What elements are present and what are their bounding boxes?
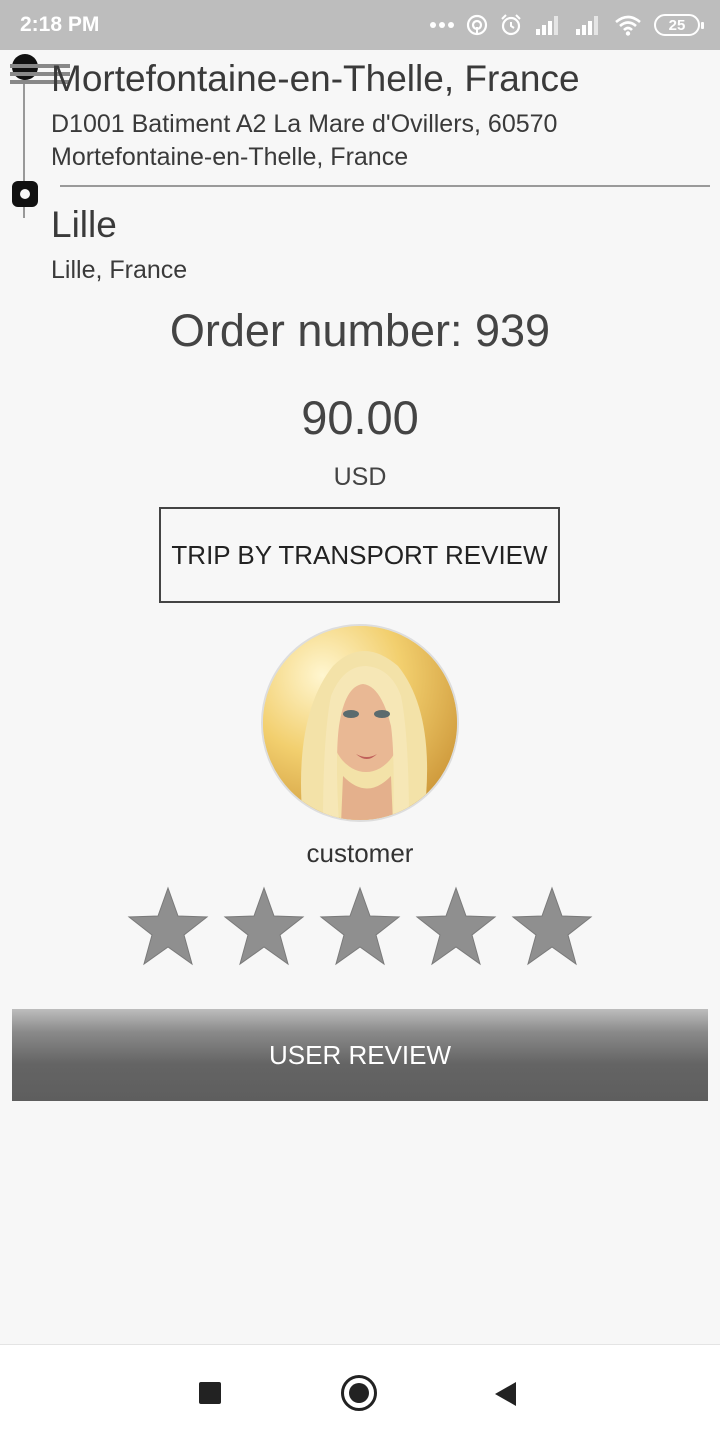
trip-review-button[interactable]: TRIP BY TRANSPORT REVIEW (159, 507, 560, 603)
order-amount: 90.00 (301, 391, 419, 444)
alarm-icon (500, 14, 522, 36)
status-bar: 2:18 PM 25 (0, 0, 720, 50)
recent-apps-icon[interactable] (199, 1382, 221, 1404)
status-time: 2:18 PM (20, 13, 100, 36)
more-dots-icon (430, 21, 454, 29)
signal-icon (574, 15, 602, 35)
battery-icon: 25 (654, 14, 704, 36)
destination-title: Lille (51, 204, 117, 245)
route-section: Mortefontaine-en-Thelle, France D1001 Ba… (0, 50, 720, 295)
route-divider (60, 185, 710, 187)
star-icon[interactable] (511, 886, 593, 968)
customer-label: customer (306, 838, 414, 868)
signal-icon (534, 15, 562, 35)
star-icon[interactable] (415, 886, 497, 968)
back-icon[interactable] (494, 1381, 518, 1407)
user-review-button[interactable]: USER REVIEW (12, 1009, 708, 1101)
order-currency: USD (333, 463, 387, 491)
star-icon[interactable] (127, 886, 209, 968)
origin-address: D1001 Batiment A2 La Mare d'Ovillers, 60… (51, 110, 558, 171)
hotspot-icon (466, 14, 488, 36)
origin-title: Mortefontaine-en-Thelle, France (51, 58, 580, 99)
navigation-bar (0, 1344, 720, 1440)
star-icon[interactable] (319, 886, 401, 968)
status-icons: 25 (430, 14, 704, 36)
destination-address: Lille, France (51, 256, 188, 284)
star-icon[interactable] (223, 886, 305, 968)
destination-pin-icon (12, 181, 38, 207)
wifi-icon (614, 14, 642, 36)
order-number: Order number: 939 (169, 305, 551, 356)
customer-avatar (261, 624, 459, 822)
rating-stars (0, 886, 720, 970)
home-icon[interactable] (341, 1375, 377, 1411)
